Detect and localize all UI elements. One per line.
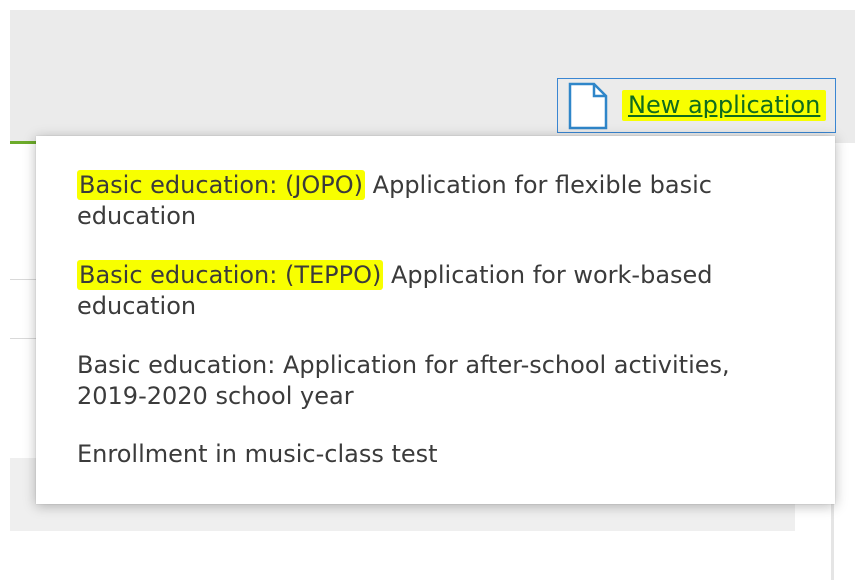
menu-item-teppo-application[interactable]: Basic education: (TEPPO) Application for… xyxy=(77,260,797,322)
menu-item-label: Basic education: Application for after-s… xyxy=(77,351,730,410)
menu-item-after-school-application[interactable]: Basic education: Application for after-s… xyxy=(77,350,797,412)
highlighted-text: Basic education: (TEPPO) xyxy=(77,260,384,290)
menu-item-music-class-enrollment[interactable]: Enrollment in music-class test xyxy=(77,439,797,470)
new-application-dropdown-menu: Basic education: (JOPO) Application for … xyxy=(36,136,835,504)
menu-item-label: Enrollment in music-class test xyxy=(77,440,438,468)
menu-item-jopo-application[interactable]: Basic education: (JOPO) Application for … xyxy=(77,170,797,232)
new-application-link[interactable]: New application xyxy=(622,90,827,121)
highlighted-text: Basic education: (JOPO) xyxy=(77,170,366,200)
document-icon xyxy=(568,82,608,129)
new-application-button[interactable]: New application xyxy=(557,78,836,133)
